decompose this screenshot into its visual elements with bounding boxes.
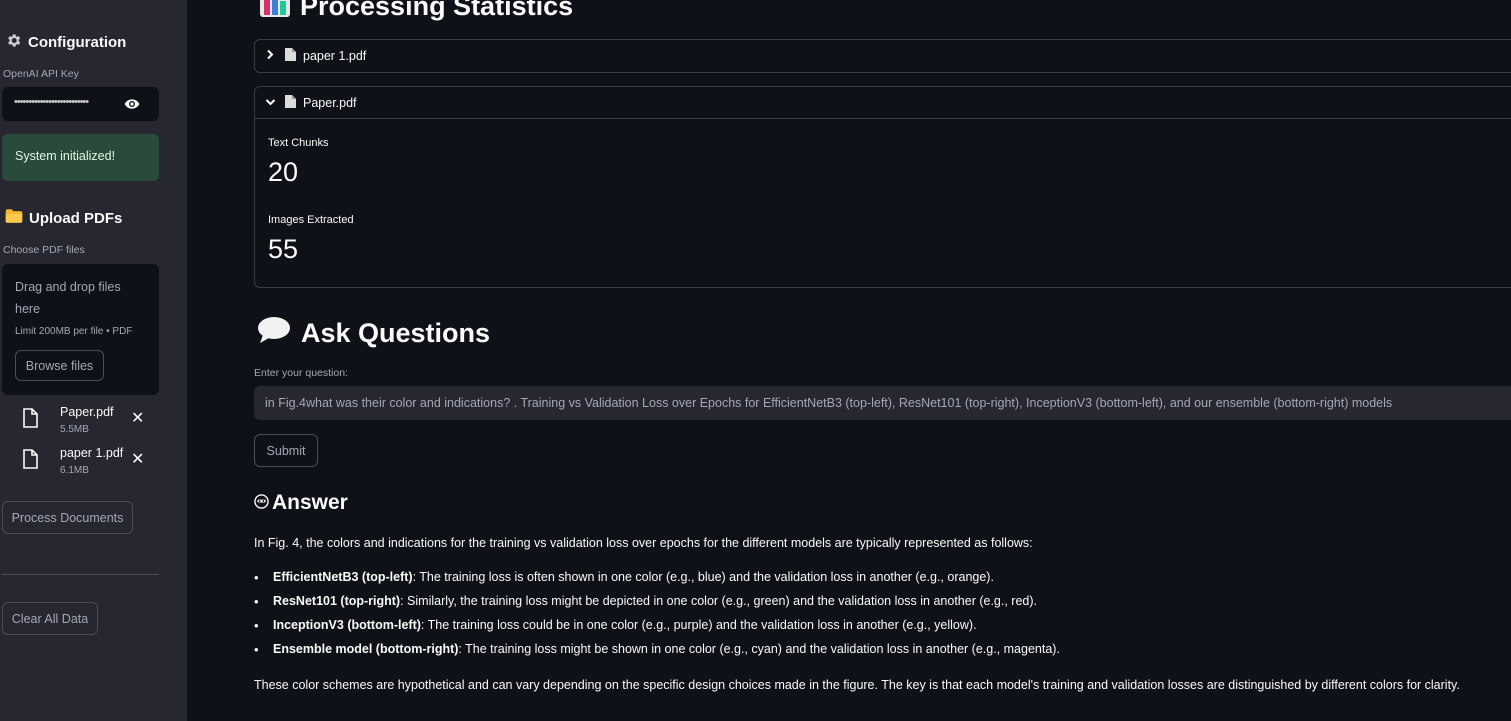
chevron-right-icon [255,49,285,63]
speech-bubble-icon [257,316,291,351]
bar-chart-icon [260,0,290,24]
metric-value-images: 55 [268,234,299,264]
metric-label-chunks: Text Chunks [268,137,329,149]
status-message: System initialized! [15,149,116,163]
browse-files-button[interactable]: Browse files [15,350,104,381]
dropzone-text-1: Drag and drop files [15,280,121,294]
answer-bullet: • ResNet101 (top-right): Similarly, the t… [254,594,1038,609]
eye-icon[interactable] [123,96,141,117]
expander-label: paper 1.pdf [303,49,367,63]
uploaded-file: Paper.pdf 5.5MB ✕ [20,405,170,441]
bullet-term: ResNet101 (top-right) [273,594,401,608]
file-size: 6.1MB [60,465,89,476]
robot-icon [254,491,269,515]
main-content: Processing Statistics paper 1.pdf Paper.… [187,0,1511,721]
remove-file-icon[interactable]: ✕ [131,408,144,428]
config-header: Configuration [5,32,126,53]
status-alert: System initialized! [2,134,159,181]
clear-data-button[interactable]: Clear All Data [2,602,98,635]
bullet-term: Ensemble model (bottom-right) [273,642,459,656]
bullet-term: EfficientNetB3 (top-left) [273,570,413,584]
upload-header: Upload PDFs [5,208,122,228]
file-size: 5.5MB [60,424,89,435]
document-icon [285,94,296,111]
config-title: Configuration [28,34,127,51]
metric-label-images: Images Extracted [268,214,354,226]
document-icon [285,48,296,64]
file-icon [22,449,39,475]
metric-value-chunks: 20 [268,157,299,187]
bullet-term: InceptionV3 (bottom-left) [273,618,421,632]
expander-label: Paper.pdf [303,95,357,110]
bullet-text: : Similarly, the training loss might be … [400,594,1038,608]
question-label: Enter your question: [254,367,348,379]
bullet-text: : The training loss might be shown in on… [458,642,1060,656]
api-key-label: OpenAI API Key [3,68,79,80]
api-key-value: •••••••••••••••••••••••••• [14,96,89,108]
file-dropzone[interactable]: Drag and drop files here Limit 200MB per… [2,264,159,395]
answer-intro: In Fig. 4, the colors and indications fo… [254,536,1033,550]
gear-icon [5,32,22,53]
dropzone-text-2: here [15,302,41,316]
uploaded-file: paper 1.pdf 6.1MB ✕ [20,446,170,482]
api-key-input[interactable]: •••••••••••••••••••••••••• [2,87,159,121]
expander-paper-1[interactable]: paper 1.pdf [254,39,1511,73]
expander-paper[interactable]: Paper.pdf Text Chunks 20 Images Extracte… [254,86,1511,288]
question-value: in Fig.4what was their color and indicat… [265,396,1393,410]
file-icon [22,408,39,434]
choose-files-label: Choose PDF files [3,244,85,256]
answer-bullet: • EfficientNetB3 (top-left): The training… [254,570,994,585]
stats-header: Processing Statistics [260,0,573,24]
stats-title: Processing Statistics [300,0,574,21]
question-input[interactable]: in Fig.4what was their color and indicat… [254,386,1511,420]
submit-button[interactable]: Submit [254,434,318,467]
bullet-text: : The training loss is often shown in on… [412,570,994,584]
ask-header: Ask Questions [257,316,490,351]
answer-bullet: • InceptionV3 (bottom-left): The training… [254,618,977,633]
answer-header: Answer [254,491,348,515]
remove-file-icon[interactable]: ✕ [131,449,144,469]
dropzone-limit: Limit 200MB per file • PDF [15,326,133,337]
file-name: Paper.pdf [60,405,114,419]
sidebar: Configuration OpenAI API Key •••••••••••… [0,0,187,721]
process-documents-button[interactable]: Process Documents [2,501,133,534]
answer-title: Answer [272,491,348,514]
ask-title: Ask Questions [301,318,491,348]
bullet-text: : The training loss could be in one colo… [420,618,977,632]
upload-title: Upload PDFs [29,209,123,227]
answer-bullet: • Ensemble model (bottom-right): The trai… [254,642,1060,657]
sidebar-divider [2,574,159,575]
answer-outro: These color schemes are hypothetical and… [254,678,1460,692]
folder-icon [5,208,23,228]
chevron-down-icon [255,96,285,110]
file-name: paper 1.pdf [60,446,124,460]
